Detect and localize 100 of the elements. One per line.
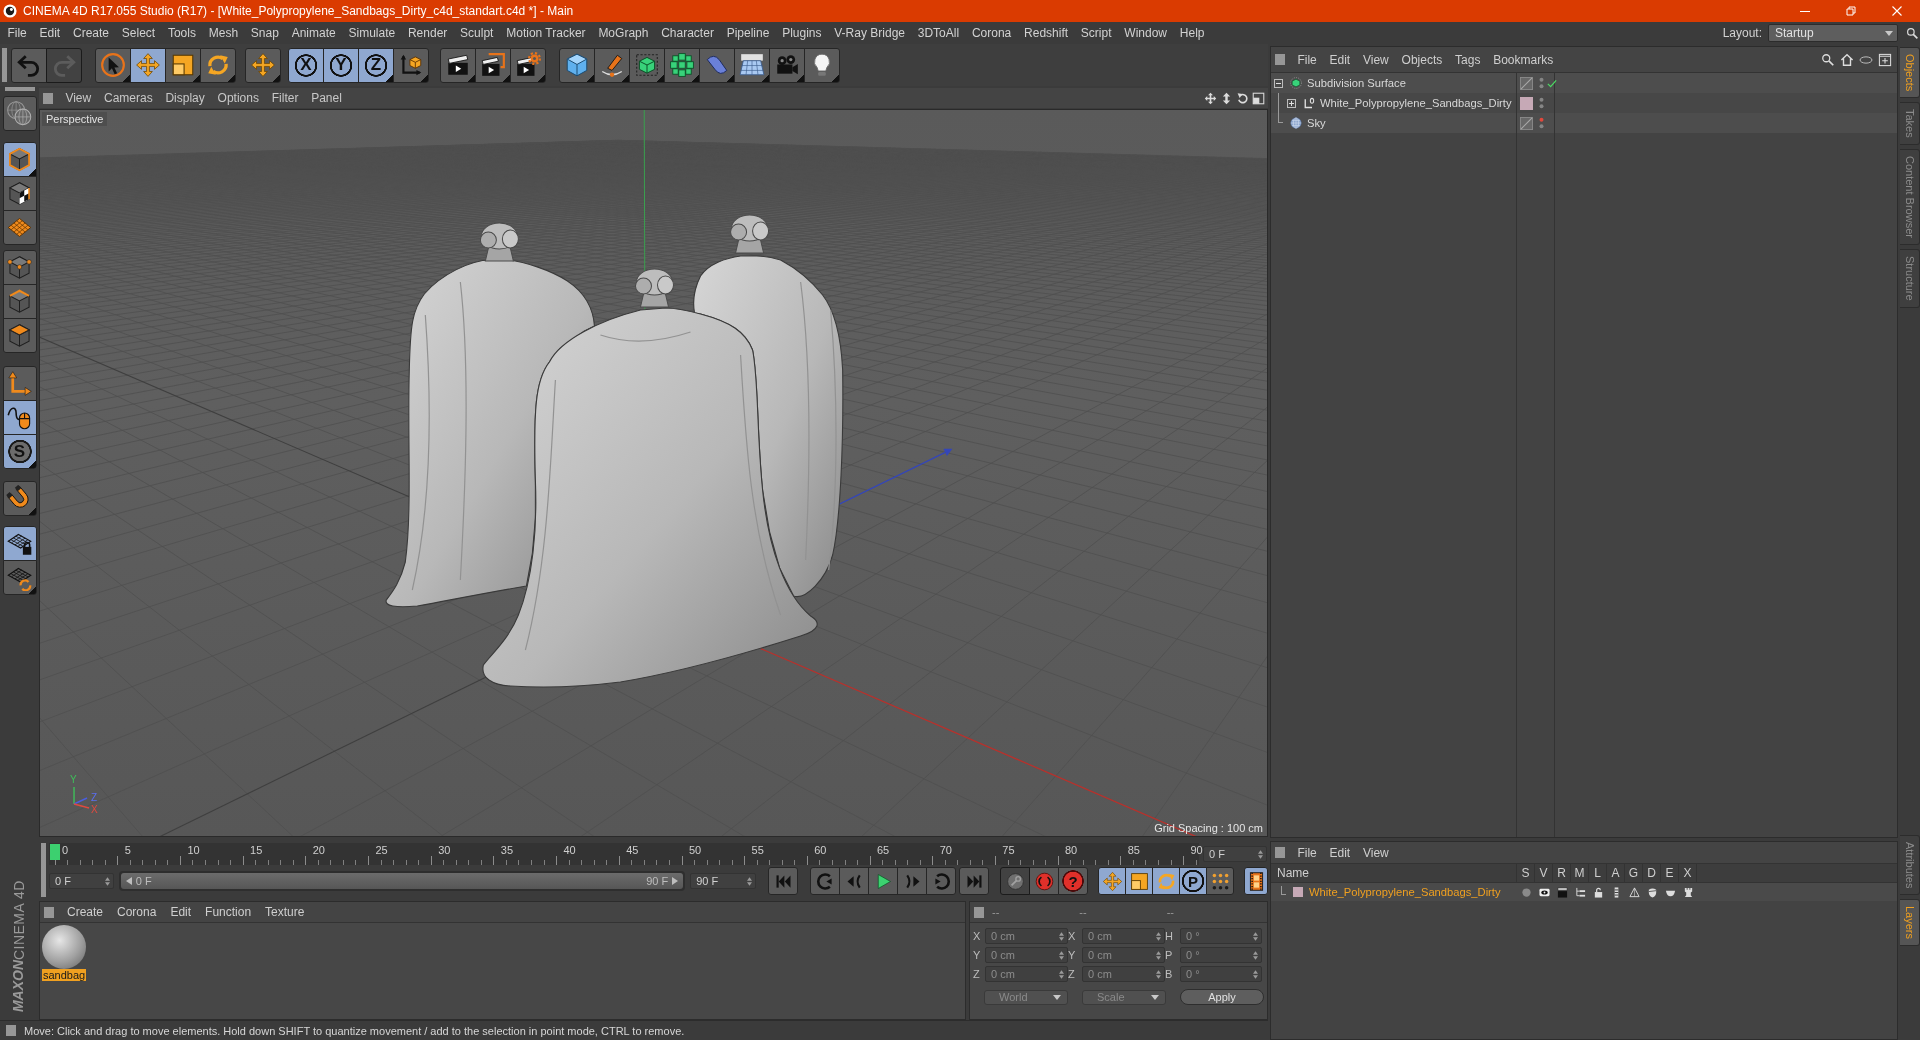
grip-icon[interactable] bbox=[44, 906, 54, 918]
column-header[interactable]: M bbox=[1571, 864, 1589, 882]
texture-mode-button[interactable] bbox=[2, 176, 37, 211]
y-axis-button[interactable]: Y bbox=[323, 47, 359, 83]
spinner-icon[interactable] bbox=[1258, 849, 1263, 859]
menu-item[interactable]: Create bbox=[66, 26, 116, 40]
menu-item[interactable]: Bookmarks bbox=[1486, 52, 1560, 67]
column-header[interactable]: D bbox=[1643, 864, 1661, 882]
frame-field[interactable]: 0 F bbox=[1203, 846, 1267, 862]
move-tool-button[interactable] bbox=[130, 47, 166, 83]
menu-item[interactable]: Animate bbox=[285, 26, 343, 40]
tweak-mode-button[interactable] bbox=[2, 400, 37, 435]
menu-item[interactable]: File bbox=[1, 26, 34, 40]
live-selection-button[interactable] bbox=[95, 47, 131, 83]
right-arrow-icon[interactable] bbox=[672, 877, 679, 885]
make-editable-button[interactable] bbox=[2, 96, 37, 131]
spinner-icon[interactable] bbox=[104, 876, 110, 886]
menu-item[interactable]: Edit bbox=[1323, 52, 1357, 67]
menu-item[interactable]: File bbox=[1291, 52, 1324, 67]
hatched-square-icon[interactable] bbox=[1520, 116, 1533, 130]
dot-icon[interactable] bbox=[1520, 886, 1532, 898]
search-icon[interactable] bbox=[1821, 52, 1835, 67]
menu-item[interactable]: Window bbox=[1117, 26, 1174, 40]
subdivision-button[interactable] bbox=[629, 47, 665, 83]
visibility-dots-icon[interactable] bbox=[1539, 117, 1544, 129]
column-header[interactable]: S bbox=[1517, 864, 1535, 882]
column-header[interactable]: G bbox=[1625, 864, 1643, 882]
spinner-icon[interactable] bbox=[1253, 950, 1258, 960]
light-button[interactable] bbox=[804, 47, 840, 83]
move-mode-button[interactable] bbox=[1098, 867, 1126, 895]
tree-row[interactable]: Subdivision Surface bbox=[1271, 73, 1897, 93]
autokey-button[interactable]: ? bbox=[1058, 867, 1088, 895]
point-level-button[interactable] bbox=[1206, 867, 1234, 895]
menu-item[interactable]: Corona bbox=[965, 26, 1018, 40]
previous-key-button[interactable] bbox=[810, 867, 840, 895]
menu-item[interactable]: Tools bbox=[161, 26, 203, 40]
menu-item[interactable]: View bbox=[1356, 52, 1396, 67]
column-header[interactable]: X bbox=[1679, 864, 1697, 882]
menu-item[interactable]: MoGraph bbox=[592, 26, 655, 40]
menu-item[interactable]: Options bbox=[211, 91, 266, 105]
menu-item[interactable]: File bbox=[1291, 845, 1324, 860]
pan-arrows-icon[interactable] bbox=[1204, 91, 1217, 105]
rotate-mode-button[interactable] bbox=[1152, 867, 1180, 895]
object-name[interactable]: White_Polypropylene_Sandbags_Dirty bbox=[1320, 97, 1512, 109]
menu-item[interactable]: Simulate bbox=[342, 26, 402, 40]
polygons-mode-button[interactable] bbox=[2, 318, 37, 353]
menu-item[interactable]: Character bbox=[654, 26, 721, 40]
menu-item[interactable]: Mesh bbox=[202, 26, 245, 40]
rook-icon[interactable] bbox=[1682, 886, 1694, 898]
grip-icon[interactable] bbox=[4, 87, 35, 91]
menu-item[interactable]: Texture bbox=[258, 905, 312, 919]
parameter-button[interactable]: P bbox=[1179, 867, 1207, 895]
layer-name[interactable]: White_Polypropylene_Sandbags_Dirty bbox=[1309, 886, 1501, 898]
grip-icon[interactable] bbox=[41, 843, 46, 865]
z-axis-button[interactable]: Z bbox=[358, 47, 394, 83]
spinner-icon[interactable] bbox=[1156, 931, 1161, 941]
spinner-icon[interactable] bbox=[1156, 969, 1161, 979]
lock-icon[interactable] bbox=[1592, 886, 1604, 898]
layer-swatch-icon[interactable] bbox=[1520, 96, 1533, 110]
go-to-start-button[interactable] bbox=[768, 867, 798, 895]
grip-icon[interactable] bbox=[6, 1025, 16, 1036]
menu-item[interactable]: Select bbox=[115, 26, 162, 40]
plus-box-icon[interactable] bbox=[1287, 98, 1296, 108]
workplane-mode-button[interactable] bbox=[2, 210, 37, 245]
spinner-icon[interactable] bbox=[1253, 931, 1258, 941]
menu-item[interactable]: Edit bbox=[163, 905, 199, 919]
cloner-button[interactable] bbox=[664, 47, 700, 83]
visibility-dots-icon[interactable] bbox=[1539, 97, 1544, 109]
sandbag[interactable] bbox=[693, 214, 844, 598]
column-header[interactable]: R bbox=[1553, 864, 1571, 882]
sandbag[interactable] bbox=[482, 268, 818, 688]
menu-item[interactable]: View bbox=[59, 91, 98, 105]
eye-icon[interactable] bbox=[1538, 886, 1550, 898]
menu-item[interactable]: 3DToAll bbox=[911, 26, 966, 40]
x-axis-button[interactable]: X bbox=[288, 47, 324, 83]
column-header[interactable]: A bbox=[1607, 864, 1625, 882]
undo-button[interactable] bbox=[11, 47, 47, 83]
grip-icon[interactable] bbox=[1275, 54, 1285, 65]
column-header[interactable]: Name bbox=[1271, 864, 1517, 882]
visibility-dots-icon[interactable] bbox=[1539, 77, 1544, 89]
rotate-tool-button[interactable] bbox=[200, 47, 236, 83]
menu-item[interactable]: Create bbox=[60, 905, 111, 919]
add-panel-icon[interactable] bbox=[1878, 52, 1892, 67]
clapperboard-icon[interactable] bbox=[1556, 886, 1568, 898]
menu-item[interactable]: Sculpt bbox=[453, 26, 500, 40]
grip-icon[interactable] bbox=[974, 906, 984, 918]
points-mode-button[interactable] bbox=[2, 250, 37, 285]
menu-item[interactable]: Cameras bbox=[97, 91, 160, 105]
check-icon[interactable] bbox=[1547, 78, 1557, 88]
model-mode-button[interactable] bbox=[2, 142, 37, 177]
home-icon[interactable] bbox=[1840, 52, 1854, 67]
camera-label[interactable]: Perspective bbox=[42, 112, 108, 126]
side-tab[interactable]: Objects bbox=[1900, 47, 1920, 99]
menu-item[interactable]: Filter bbox=[265, 91, 305, 105]
column-header[interactable]: L bbox=[1589, 864, 1607, 882]
menu-item[interactable]: Render bbox=[401, 26, 454, 40]
tree-row[interactable]: White_Polypropylene_Sandbags_Dirty bbox=[1271, 93, 1897, 113]
shield-icon[interactable] bbox=[1646, 886, 1658, 898]
tree-row[interactable]: Sky bbox=[1271, 113, 1897, 133]
render-view-button[interactable] bbox=[440, 47, 476, 83]
